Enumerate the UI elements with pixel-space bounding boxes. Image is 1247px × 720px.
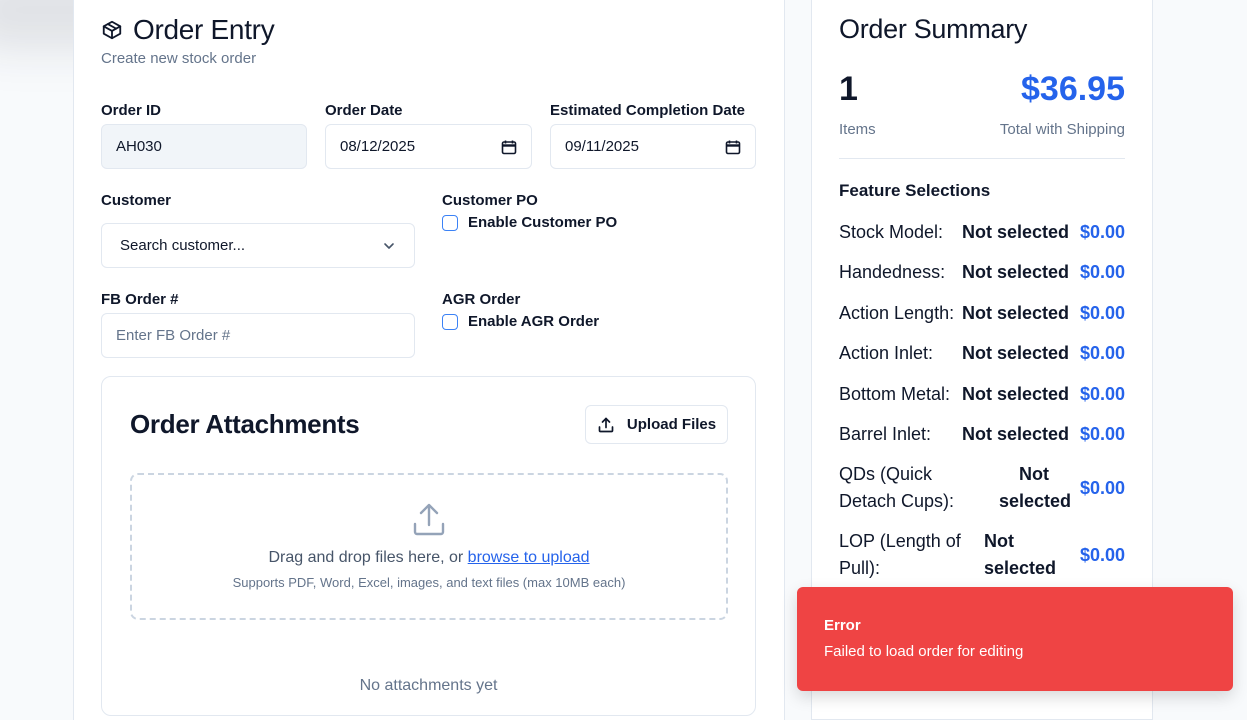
order-date-label: Order Date: [325, 102, 403, 119]
dropzone-text: Drag and drop files here, or browse to u…: [268, 549, 589, 567]
feature-price: $0.00: [1079, 423, 1125, 444]
package-icon: [102, 20, 122, 40]
order-id-field: AH030: [101, 124, 307, 169]
feature-name: LOP (Length of Pull):: [839, 531, 961, 578]
order-id-value: AH030: [116, 138, 162, 155]
customer-po-toggle[interactable]: Enable Customer PO: [442, 214, 617, 231]
feature-price: $0.00: [1079, 342, 1125, 363]
feature-status: Not selected: [961, 423, 1069, 444]
attachments-title: Order Attachments: [130, 409, 360, 439]
items-count: 1: [839, 70, 858, 108]
order-date-value: 08/12/2025: [340, 138, 416, 155]
feature-row: Handedness: Not selected $0.00: [839, 260, 1125, 284]
feature-status: Not selected: [961, 383, 1069, 404]
customer-placeholder: Search customer...: [120, 237, 246, 254]
agr-order-checkbox-label[interactable]: Enable AGR Order: [468, 313, 599, 330]
customer-po-checkbox[interactable]: [442, 214, 458, 231]
page-title: Order Entry: [133, 14, 275, 45]
feature-name: Action Inlet:: [839, 342, 934, 363]
feature-status: Not selected: [961, 342, 1069, 363]
total-label: Total with Shipping: [999, 121, 1125, 138]
dropzone-supported-types: Supports PDF, Word, Excel, images, and t…: [232, 575, 626, 590]
page-subtitle: Create new stock order: [101, 50, 257, 67]
browse-upload-link[interactable]: browse to upload: [468, 549, 590, 566]
upload-files-label: Upload Files: [626, 416, 717, 433]
customer-label: Customer: [101, 192, 172, 209]
feature-row: QDs (Quick Detach Cups): Not selected $0…: [839, 461, 1125, 515]
order-id-label: Order ID: [101, 102, 162, 119]
calendar-icon[interactable]: [501, 139, 517, 155]
dropzone-instruction: Drag and drop files here, or: [268, 549, 468, 566]
items-label: Items: [839, 121, 876, 138]
feature-name: Handedness:: [839, 261, 946, 282]
fb-order-placeholder: Enter FB Order #: [116, 327, 231, 344]
feature-name: Stock Model:: [839, 221, 944, 242]
customer-po-checkbox-label[interactable]: Enable Customer PO: [468, 214, 617, 231]
feature-price: $0.00: [1079, 477, 1125, 498]
feature-status: Not selected: [999, 464, 1072, 511]
toast-title: Error: [824, 617, 861, 634]
attachments-card: Order Attachments Upload Files Drag and …: [101, 376, 756, 716]
feature-price: $0.00: [1079, 383, 1125, 404]
agr-order-toggle[interactable]: Enable AGR Order: [442, 313, 599, 330]
est-completion-label: Estimated Completion Date: [550, 102, 746, 119]
fb-order-input[interactable]: Enter FB Order #: [101, 313, 415, 358]
error-toast[interactable]: Error Failed to load order for editing: [797, 587, 1233, 691]
fb-order-label: FB Order #: [101, 291, 179, 308]
toast-message: Failed to load order for editing: [824, 643, 1024, 660]
feature-status: Not selected: [961, 221, 1069, 242]
est-completion-value: 09/11/2025: [565, 138, 639, 155]
feature-name: Action Length:: [839, 302, 955, 323]
upload-icon: [413, 503, 445, 536]
est-completion-input[interactable]: 09/11/2025: [550, 124, 756, 169]
calendar-icon[interactable]: [725, 139, 741, 155]
customer-po-label: Customer PO: [442, 192, 538, 209]
upload-icon: [598, 417, 614, 432]
feature-row: Stock Model: Not selected $0.00: [839, 220, 1125, 244]
feature-price: $0.00: [1079, 544, 1125, 565]
total-value: $36.95: [1021, 70, 1125, 108]
feature-status: Not selected: [984, 531, 1057, 578]
agr-order-label: AGR Order: [442, 291, 521, 308]
chevron-down-icon: [384, 242, 394, 249]
upload-files-button[interactable]: Upload Files: [585, 405, 728, 444]
feature-row: Barrel Inlet: Not selected $0.00: [839, 422, 1125, 446]
feature-name: QDs (Quick Detach Cups):: [839, 464, 955, 511]
page-header: Order Entry: [101, 14, 275, 46]
feature-status: Not selected: [961, 261, 1069, 282]
feature-row: Bottom Metal: Not selected $0.00: [839, 382, 1125, 406]
feature-name: Bottom Metal:: [839, 383, 951, 404]
summary-divider: [839, 158, 1125, 159]
summary-title: Order Summary: [839, 14, 1028, 44]
order-date-input[interactable]: 08/12/2025: [325, 124, 532, 169]
customer-select[interactable]: Search customer...: [101, 223, 415, 268]
feature-price: $0.00: [1079, 302, 1125, 323]
file-dropzone[interactable]: Drag and drop files here, or browse to u…: [130, 473, 728, 620]
no-attachments-text: No attachments yet: [359, 677, 498, 694]
feature-row: LOP (Length of Pull): Not selected $0.00: [839, 528, 1125, 582]
agr-order-checkbox[interactable]: [442, 313, 458, 330]
feature-name: Barrel Inlet:: [839, 423, 932, 444]
feature-row: Action Inlet: Not selected $0.00: [839, 341, 1125, 365]
feature-selections-title: Feature Selections: [839, 181, 991, 200]
feature-status: Not selected: [961, 302, 1069, 323]
feature-price: $0.00: [1079, 261, 1125, 282]
feature-price: $0.00: [1079, 221, 1125, 242]
feature-row: Action Length: Not selected $0.00: [839, 301, 1125, 325]
